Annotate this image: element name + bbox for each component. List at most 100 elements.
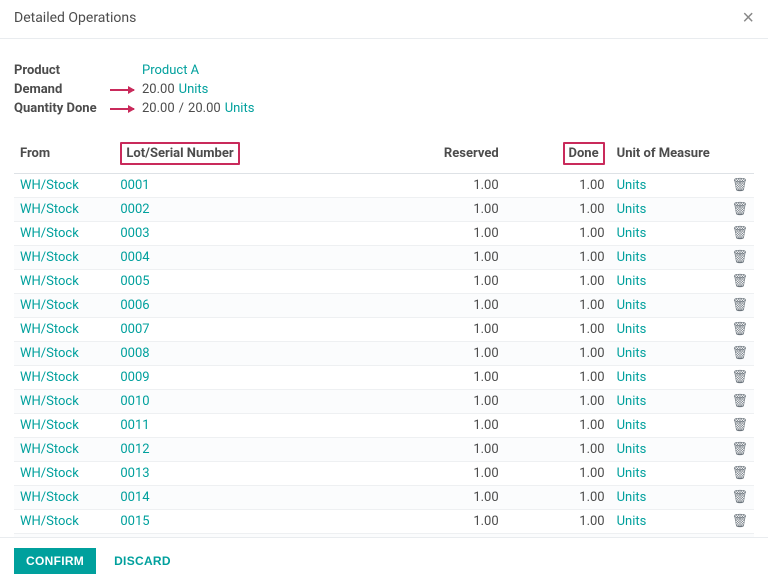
cell-uom[interactable]: Units [611, 414, 723, 438]
cell-from[interactable]: WH/Stock [14, 294, 114, 318]
product-link[interactable]: Product A [142, 63, 199, 78]
trash-icon[interactable]: 🗑 [731, 442, 748, 457]
cell-delete[interactable]: 🗑 [722, 342, 754, 366]
table-row[interactable]: WH/Stock 0001 1.00 1.00 Units 🗑 [14, 174, 754, 198]
cell-from[interactable]: WH/Stock [14, 438, 114, 462]
cell-done[interactable]: 1.00 [505, 510, 611, 534]
cell-delete[interactable]: 🗑 [722, 414, 754, 438]
cell-done[interactable]: 1.00 [505, 462, 611, 486]
table-row[interactable]: WH/Stock 0011 1.00 1.00 Units 🗑 [14, 414, 754, 438]
cell-from[interactable]: WH/Stock [14, 462, 114, 486]
cell-delete[interactable]: 🗑 [722, 294, 754, 318]
trash-icon[interactable]: 🗑 [731, 226, 748, 241]
table-row[interactable]: WH/Stock 0010 1.00 1.00 Units 🗑 [14, 390, 754, 414]
cell-from[interactable]: WH/Stock [14, 246, 114, 270]
cell-reserved[interactable]: 1.00 [371, 174, 505, 198]
modal-body-scroll[interactable]: Product Product A Demand 20.00 Units Qua… [0, 39, 768, 537]
cell-delete[interactable]: 🗑 [722, 438, 754, 462]
table-row[interactable]: WH/Stock 0005 1.00 1.00 Units 🗑 [14, 270, 754, 294]
cell-from[interactable]: WH/Stock [14, 366, 114, 390]
table-row[interactable]: WH/Stock 0007 1.00 1.00 Units 🗑 [14, 318, 754, 342]
cell-done[interactable]: 1.00 [505, 414, 611, 438]
trash-icon[interactable]: 🗑 [731, 466, 748, 481]
cell-from[interactable]: WH/Stock [14, 414, 114, 438]
cell-uom[interactable]: Units [611, 198, 723, 222]
cell-done[interactable]: 1.00 [505, 246, 611, 270]
cell-done[interactable]: 1.00 [505, 390, 611, 414]
cell-reserved[interactable]: 1.00 [371, 198, 505, 222]
table-row[interactable]: WH/Stock 0016 1.00 1.00 Units 🗑 [14, 534, 754, 538]
trash-icon[interactable]: 🗑 [731, 178, 748, 193]
cell-lot[interactable]: 0010 [114, 390, 371, 414]
cell-delete[interactable]: 🗑 [722, 246, 754, 270]
cell-lot[interactable]: 0008 [114, 342, 371, 366]
table-row[interactable]: WH/Stock 0004 1.00 1.00 Units 🗑 [14, 246, 754, 270]
cell-uom[interactable]: Units [611, 390, 723, 414]
cell-uom[interactable]: Units [611, 294, 723, 318]
cell-reserved[interactable]: 1.00 [371, 318, 505, 342]
cell-lot[interactable]: 0005 [114, 270, 371, 294]
table-row[interactable]: WH/Stock 0015 1.00 1.00 Units 🗑 [14, 510, 754, 534]
col-done-header[interactable]: Done [505, 130, 611, 174]
cell-done[interactable]: 1.00 [505, 534, 611, 538]
table-row[interactable]: WH/Stock 0014 1.00 1.00 Units 🗑 [14, 486, 754, 510]
cell-reserved[interactable]: 1.00 [371, 462, 505, 486]
trash-icon[interactable]: 🗑 [731, 298, 748, 313]
cell-done[interactable]: 1.00 [505, 486, 611, 510]
cell-lot[interactable]: 0003 [114, 222, 371, 246]
cell-lot[interactable]: 0012 [114, 438, 371, 462]
cell-delete[interactable]: 🗑 [722, 462, 754, 486]
cell-delete[interactable]: 🗑 [722, 222, 754, 246]
table-row[interactable]: WH/Stock 0002 1.00 1.00 Units 🗑 [14, 198, 754, 222]
cell-lot[interactable]: 0007 [114, 318, 371, 342]
cell-from[interactable]: WH/Stock [14, 198, 114, 222]
trash-icon[interactable]: 🗑 [731, 250, 748, 265]
cell-reserved[interactable]: 1.00 [371, 534, 505, 538]
cell-reserved[interactable]: 1.00 [371, 390, 505, 414]
table-row[interactable]: WH/Stock 0013 1.00 1.00 Units 🗑 [14, 462, 754, 486]
cell-done[interactable]: 1.00 [505, 222, 611, 246]
cell-uom[interactable]: Units [611, 270, 723, 294]
cell-from[interactable]: WH/Stock [14, 510, 114, 534]
cell-lot[interactable]: 0014 [114, 486, 371, 510]
cell-reserved[interactable]: 1.00 [371, 294, 505, 318]
cell-from[interactable]: WH/Stock [14, 174, 114, 198]
cell-uom[interactable]: Units [611, 486, 723, 510]
table-row[interactable]: WH/Stock 0009 1.00 1.00 Units 🗑 [14, 366, 754, 390]
cell-reserved[interactable]: 1.00 [371, 438, 505, 462]
table-row[interactable]: WH/Stock 0006 1.00 1.00 Units 🗑 [14, 294, 754, 318]
trash-icon[interactable]: 🗑 [731, 490, 748, 505]
cell-reserved[interactable]: 1.00 [371, 222, 505, 246]
cell-lot[interactable]: 0006 [114, 294, 371, 318]
cell-done[interactable]: 1.00 [505, 270, 611, 294]
cell-lot[interactable]: 0016 [114, 534, 371, 538]
col-from-header[interactable]: From [14, 130, 114, 174]
confirm-button[interactable]: CONFIRM [14, 548, 96, 574]
cell-delete[interactable]: 🗑 [722, 486, 754, 510]
trash-icon[interactable]: 🗑 [731, 202, 748, 217]
cell-uom[interactable]: Units [611, 342, 723, 366]
discard-button[interactable]: DISCARD [106, 548, 179, 574]
cell-from[interactable]: WH/Stock [14, 342, 114, 366]
cell-delete[interactable]: 🗑 [722, 198, 754, 222]
cell-done[interactable]: 1.00 [505, 318, 611, 342]
cell-reserved[interactable]: 1.00 [371, 366, 505, 390]
cell-delete[interactable]: 🗑 [722, 534, 754, 538]
cell-delete[interactable]: 🗑 [722, 366, 754, 390]
cell-lot[interactable]: 0009 [114, 366, 371, 390]
trash-icon[interactable]: 🗑 [731, 394, 748, 409]
cell-lot[interactable]: 0004 [114, 246, 371, 270]
trash-icon[interactable]: 🗑 [731, 274, 748, 289]
cell-uom[interactable]: Units [611, 174, 723, 198]
cell-reserved[interactable]: 1.00 [371, 414, 505, 438]
close-button[interactable]: × [742, 8, 754, 28]
cell-reserved[interactable]: 1.00 [371, 486, 505, 510]
table-row[interactable]: WH/Stock 0003 1.00 1.00 Units 🗑 [14, 222, 754, 246]
cell-done[interactable]: 1.00 [505, 198, 611, 222]
cell-from[interactable]: WH/Stock [14, 390, 114, 414]
cell-reserved[interactable]: 1.00 [371, 342, 505, 366]
table-row[interactable]: WH/Stock 0008 1.00 1.00 Units 🗑 [14, 342, 754, 366]
cell-uom[interactable]: Units [611, 510, 723, 534]
cell-done[interactable]: 1.00 [505, 438, 611, 462]
cell-uom[interactable]: Units [611, 462, 723, 486]
